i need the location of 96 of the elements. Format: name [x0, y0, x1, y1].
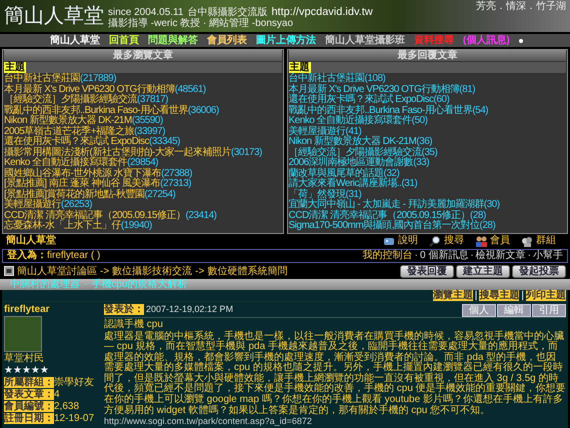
topic-link[interactable]: Nikon 新型數景放大器 DK-21M(35590) [4, 116, 282, 126]
nav-link[interactable]: 會員列表 [207, 35, 247, 46]
separator: · [84, 278, 88, 290]
topic-link[interactable]: Kenko 全自動近攝接寫環套件(29854) [4, 158, 282, 168]
column-header: 主題 [4, 62, 26, 73]
separator: | [474, 290, 478, 300]
post-body: 處理器是電腦的中樞系統，手機也是一樣，以往一般消費者在購買手機的時候，容易忽視手機當中的心臟 — cpu 規格，而在智慧型手機與 pda 手機越來越普及之後，臨開手機往往需要處理大量的應用程式，而處理器的效能、規格，都會影響到手機的處理速度，漸漸受到消費者的討論。而非 pda 型的手機，也因需要處理大量的多媒體檔案，cpu 的規格也隨之提升。另外，手機上擺置內建瀏覽器已經有很久的一段時間了，但是既於螢幕大小與硬體效能，讓手機上網瀏覽的功能一直沒有被重視，但在進入 3g / 3.5g 的時代後，頻寬已經不是問題了，接下來便是手機效能的改善，手機的 cpu 便是手機效能的重要關鍵，你想要在你的手機上可以瀏覽 google map 嗎？你想在你的手機上觀看 youtube 影片嗎？你還想在手機上有許多方便易用的 widget 軟體嗎？如果以上答案是肯定的，那有關於手機的 cpu 您不可不知。 [104, 332, 566, 416]
bullet-icon [518, 38, 523, 42]
topic-link[interactable]: 攝影常用構圖法淺析(新社古堡則拍)-大家一起來補照片(30173) [4, 148, 282, 158]
breadcrumb-link[interactable]: 數位攝影技術交流 [112, 266, 192, 276]
people-icon [475, 234, 487, 246]
post-link[interactable]: http://www.sogi.com.tw/park/content.asp?a_id=6872 [104, 417, 566, 428]
nav-link[interactable]: 簡山人草堂攝影班 [325, 35, 405, 46]
topic-link[interactable]: [景點推薦]賞荷花的新地點-秋豐園(27254) [4, 190, 282, 200]
author-name[interactable]: fireflytear [4, 304, 50, 314]
topic-link[interactable]: 請大家來看Weric講座新場..(31) [288, 179, 566, 190]
topic-link[interactable]: 台中新社古堡莊園(108) [288, 74, 566, 84]
meta-value: 2,638 [54, 400, 80, 412]
topic-link[interactable]: Sigma170-500mm與攝頭,國內首台第一次對位(28) [288, 221, 566, 232]
panel-title: 最多回覆文章 [288, 50, 566, 61]
header-link[interactable]: 我的控制台 [362, 250, 413, 261]
site-url: http://vpcdavid.idv.tw [271, 6, 373, 18]
meta-value: 12-19-07 [54, 412, 94, 424]
topic-link[interactable]: 戰亂中的西非友邦..Burkina Faso-用心看世界(54) [288, 106, 566, 116]
separator: · [414, 250, 418, 261]
topic-tool-link[interactable]: 搜尋主題 [479, 290, 520, 300]
topic-link[interactable]: CCD清潔 清亮幸福記事（2005.09.15修正）(23414) [4, 210, 282, 221]
breadcrumb-separator: -> [100, 266, 110, 276]
meta-label: 註冊日期： [4, 412, 54, 424]
topic-link[interactable]: 本月最新 X's Drive VP6230 OTG行動相簿(81) [288, 84, 566, 95]
topic-link[interactable]: 戰亂中的西非友邦..Burkina Faso-用心看世界(36006) [4, 106, 282, 116]
tool-link[interactable]: 會員 [490, 235, 510, 246]
nav-link[interactable]: 簡山人草堂 [50, 35, 100, 46]
rating-stars: ★★★★★ [4, 364, 49, 376]
action-button[interactable]: 建立主題 [456, 264, 510, 278]
topic-link[interactable]: 美輕屋攝遊行(26253) [4, 200, 282, 210]
topic-link[interactable]: 忘憂森林-水「上水下土」仔(19940) [4, 221, 282, 232]
action-button[interactable]: 發表回覆 [400, 264, 454, 278]
topic-link[interactable]: 2006深圳南極地區運動會謝數(33) [288, 158, 566, 168]
meta-label: 會員編號： [4, 400, 54, 412]
tool-link[interactable]: 群組 [536, 235, 556, 246]
breadcrumb-link[interactable]: 數位硬體系統簡問 [207, 266, 288, 276]
site-subtitle: 台中縣攝影交流版 [187, 6, 268, 18]
column-header: 主題 [288, 62, 310, 73]
staff-credits: 攝影指導 -weric 教授 · 網站管理 -bonsyao [108, 18, 294, 29]
topic-link[interactable]: ［經驗交流］夕陽攝影經驗交流(35) [288, 148, 566, 158]
post-date: 2007-12-19,02:12 PM [146, 304, 234, 314]
meta-value: 崇學好友 [54, 376, 94, 388]
topic-link[interactable]: 台中新社古堡莊園(217889) [4, 74, 282, 84]
topic-link[interactable]: 宜蘭大同中嶺山 - 太加嵐走 - 拜訪美麗加羅湖群(30) [288, 200, 566, 210]
separator: · [528, 250, 531, 261]
topic-link[interactable]: 2005草嶺古道芒花季+福隆之旅(33997) [4, 126, 282, 137]
topic-link[interactable]: 國姓鄉山谷瀑布-世外桃源 水寶下瀑布(27388) [4, 168, 282, 179]
meta-value: 4 [54, 388, 60, 400]
topic-link[interactable]: Kenko 全自動近攝接寫環套件(50) [288, 116, 566, 126]
topic-tool-link[interactable]: 瀏覽主題 [432, 290, 473, 300]
site-logo-title: 簡山人草堂 [4, 2, 104, 29]
meta-label: 所屬群組： [4, 376, 54, 388]
group-icon [521, 234, 533, 246]
posted-label: 發表於： [104, 304, 144, 314]
site-label: 簡山人草堂 [6, 235, 56, 246]
meta-label: 發表文章： [4, 388, 54, 400]
header-link[interactable]: 小幫手 [533, 250, 563, 261]
search-icon [429, 234, 441, 246]
nav-link[interactable]: 回首頁 [109, 35, 139, 46]
banner-motto: 芳亮．情深．竹子湖 [476, 1, 566, 12]
since-date: since 2004.05.11 [108, 6, 184, 18]
avatar-image [4, 316, 42, 352]
topic-link[interactable]: 蘭改草與風尾草的話題(32) [288, 168, 566, 179]
header-link[interactable]: 0 個新訊息 [420, 250, 468, 261]
topic-tool-link[interactable]: 列印主題 [526, 290, 566, 300]
tool-link[interactable]: 說明 [398, 235, 418, 246]
topic-link[interactable]: ［經驗交流］夕陽攝影經驗交流(37817) [4, 95, 282, 106]
folder-icon [4, 266, 14, 276]
panel-title: 最多瀏覽文章 [4, 50, 282, 61]
topic-link[interactable]: CCD清潔 清亮幸福記事（2005.09.15修正）(28) [288, 210, 566, 221]
topic-link[interactable]: 美輕屋攝遊行(41) [288, 126, 566, 137]
login-label: 登入為： [7, 250, 47, 261]
tool-link[interactable]: 搜尋 [444, 235, 464, 246]
topic-link[interactable]: 還在使用灰卡嗎？來試試 ExpoDisc(60) [288, 95, 566, 106]
nav-link[interactable]: 問題與解答 [148, 35, 198, 46]
separator: | [521, 290, 524, 300]
header-link[interactable]: 檢視新文章 [476, 250, 526, 261]
member-rank: 草堂村民 [4, 352, 44, 364]
topic-link[interactable]: Nikon 新型數景放大器 DK-21M(36) [288, 137, 566, 148]
topic-link[interactable]: 本月最新 X's Drive VP6230 OTG行動相簿(48561) [4, 84, 282, 95]
username: fireflytear ( ) [47, 250, 100, 261]
action-button[interactable]: 發起投票 [512, 264, 566, 278]
topic-link[interactable]: 「荷」然發現(31) [288, 190, 566, 200]
topic-link[interactable]: 還在使用灰卡嗎？來試試 ExpoDisc(33345) [4, 137, 282, 148]
nav-link[interactable]: 圖片上傳方法 [256, 35, 316, 46]
breadcrumb-separator: -> [195, 266, 204, 276]
breadcrumb-link[interactable]: 簡山人草堂討論區 [17, 266, 97, 276]
topic-link[interactable]: [景點推薦] 南庄 蓬萊 神仙谷 風美瀑布(27313) [4, 179, 282, 190]
post-title: 認識手機 cpu [104, 318, 164, 330]
separator: · [470, 250, 474, 261]
